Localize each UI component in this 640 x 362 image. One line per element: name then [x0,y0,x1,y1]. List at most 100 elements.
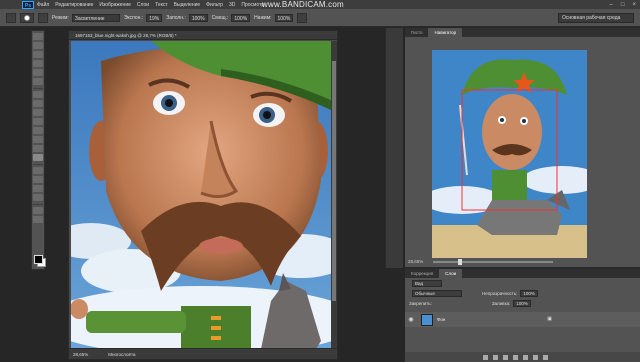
brush-tool-icon[interactable] [33,100,43,107]
fx-icon[interactable] [493,354,498,360]
flow-label: Смещ.: [211,14,229,21]
strength-field[interactable]: 100% [274,13,294,22]
layer-opacity-label: Непрозрачность: [482,290,518,296]
app-logo: Ps [22,0,34,9]
eyedropper-tool-icon[interactable] [33,78,43,85]
collapsed-panels-dock[interactable] [385,28,403,268]
document-window: 1697153_blue.night-waksh.jpg @ 28,7% (RG… [68,30,338,360]
document-tab[interactable]: 1697153_blue.night-waksh.jpg @ 28,7% (RG… [69,31,337,40]
link-icon[interactable] [483,354,488,360]
zoom-readout[interactable]: 28,65% [73,352,88,357]
trash-icon[interactable] [543,354,548,360]
options-bar: Режим: Засветление Экспон.: 19% Заполн.:… [0,9,640,27]
tools-panel [31,30,46,270]
blend-mode-select[interactable]: Обычные [412,289,462,297]
layer-opacity-field[interactable]: 100% [520,289,538,297]
flow-field[interactable]: 100% [231,13,251,22]
opacity-label: Заполн.: [166,14,186,21]
mode-select[interactable]: Засветление [71,13,120,22]
mask-icon[interactable] [503,354,508,360]
menu-3d[interactable]: 3D [229,2,235,8]
tab-layers[interactable]: Слои [439,269,463,278]
menu-image[interactable]: Изображение [99,2,131,8]
color-swatches[interactable] [34,255,46,267]
clone-stamp-tool-icon[interactable] [33,109,43,116]
menu-layers[interactable]: Слои [137,2,149,8]
layers-panel: Коррекция Слои Вид Обычные Непрозрачност… [405,267,640,362]
layer-row[interactable]: ◉ Фон ▣ [405,312,640,327]
shape-tool-icon[interactable] [33,194,43,201]
folder-icon[interactable] [523,354,528,360]
dodge-tool-icon[interactable] [33,154,43,161]
menu-text[interactable]: Текст [155,2,168,8]
opacity-field[interactable]: 100% [188,13,208,22]
strength-label: Нажим: [254,14,272,21]
path-select-tool-icon[interactable] [33,185,43,192]
navigator-panel: 28,65% [405,37,640,267]
range-label: Экспон.: [123,14,144,21]
quick-select-tool-icon[interactable] [33,60,43,67]
hand-tool-icon[interactable] [33,207,43,214]
maximize-button[interactable]: □ [621,2,625,8]
tab-navigator[interactable]: Навигатор [428,28,463,37]
canvas[interactable] [71,41,331,349]
vertical-scrollbar[interactable] [331,41,337,349]
menu-filter[interactable]: Фильтр [206,2,223,8]
mode-label: Режим: [52,14,69,21]
airbrush-icon[interactable] [297,12,308,23]
brush-preview-icon[interactable] [20,12,34,23]
lock-label: Закрепить: [409,300,432,306]
navigator-zoom-readout[interactable]: 28,65% [408,259,423,264]
navigator-zoom-slider[interactable] [433,258,554,265]
recording-watermark: www.BANDICAM.com [262,1,344,9]
range-field[interactable]: 19% [146,13,163,22]
blur-tool-icon[interactable] [33,145,43,152]
menu-edit[interactable]: Редактирование [55,2,93,8]
document-status-bar: 28,65% Многослоёта [69,348,337,359]
zoom-tool-icon[interactable] [33,216,43,223]
navigator-tabs: Гисто Навигатор [405,28,640,37]
menu-view[interactable]: Просмотр [241,2,264,8]
fill-field[interactable]: 100% [513,299,531,307]
healing-tool-icon[interactable] [33,91,43,98]
doc-info[interactable]: Многослоёта [108,352,135,357]
adjustment-icon[interactable] [513,354,518,360]
watermark-brand: BANDICAM [281,0,326,9]
gradient-tool-icon[interactable] [33,136,43,143]
lock-icon: ▣ [547,316,552,322]
lasso-tool-icon[interactable] [33,51,43,58]
pen-tool-icon[interactable] [33,167,43,174]
navigator-thumbnail[interactable] [432,50,587,258]
foreground-color-swatch[interactable] [34,255,43,264]
tool-preset-icon[interactable] [6,12,16,23]
watermark-suffix: .com [325,0,344,9]
new-layer-icon[interactable] [533,354,538,360]
workspace-select[interactable]: Основная рабочая среда [558,13,634,23]
tab-corrections[interactable]: Коррекция [405,269,439,278]
move-tool-icon[interactable] [33,33,43,40]
menu-file[interactable]: Файл [37,2,49,8]
minimize-button[interactable]: – [610,2,613,8]
scrollbar-thumb[interactable] [332,61,336,301]
layers-tabs: Коррекция Слои [405,269,640,278]
marquee-tool-icon[interactable] [33,42,43,49]
toolbar-divider [33,88,43,89]
menu-select[interactable]: Выделение [174,2,201,8]
close-button[interactable]: × [632,2,636,8]
right-panels: Гисто Навигатор 28,65% Коррекция Слои Ви… [405,28,640,362]
layers-footer [405,352,640,362]
history-brush-tool-icon[interactable] [33,118,43,125]
slider-handle[interactable] [458,258,463,265]
watermark-prefix: www. [262,0,282,9]
eraser-tool-icon[interactable] [33,127,43,134]
layer-name[interactable]: Фон [437,317,445,322]
brush-panel-icon[interactable] [38,12,48,23]
navigator-zoom-bar: 28,65% [408,258,608,265]
layer-kind-select[interactable]: Вид [412,279,442,287]
navigator-preview-artwork [432,50,587,258]
eye-icon[interactable]: ◉ [407,316,415,323]
toolbar-divider [33,164,43,165]
crop-tool-icon[interactable] [33,69,43,76]
type-tool-icon[interactable] [33,176,43,183]
tab-histogram[interactable]: Гисто [405,28,428,37]
